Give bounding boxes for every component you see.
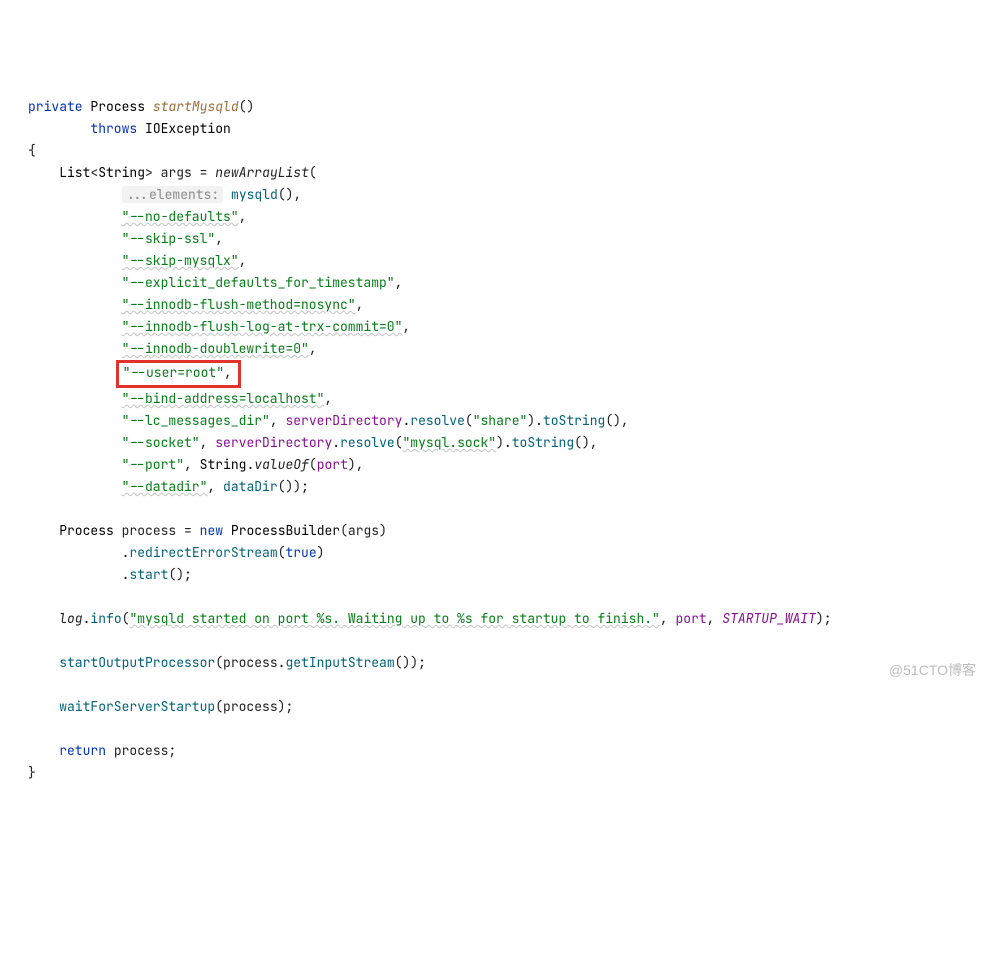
m-resolve: resolve [410,412,465,429]
kw-new: new [200,522,223,539]
m-valueOf: valueOf [254,456,309,473]
type-process: Process [90,98,145,115]
m-redirectErrorStream: redirectErrorStream [129,544,277,561]
str-bind-address: "--bind-address=localhost" [122,390,325,407]
kw-return: return [59,742,106,759]
str-flush-method: "--innodb-flush-method=nosync" [122,296,356,313]
var-process: process [122,522,177,539]
str-doublewrite: "--innodb-doublewrite=0" [122,340,309,357]
kw-true: true [285,544,316,561]
field-serverDirectory: serverDirectory [285,412,402,429]
type-processbuilder: ProcessBuilder [231,522,340,539]
watermark: @51CTO博客 [889,659,976,681]
field-log: log [59,610,82,627]
ret-process: process [114,742,169,759]
const-startupwait: STARTUP_WAIT [722,610,816,627]
str-flush-log: "--innodb-flush-log-at-trx-commit=0" [122,318,403,335]
kw-throws: throws [90,120,137,137]
brace-open: { [28,142,36,159]
brace-close: } [28,764,36,781]
type-list: List [59,164,90,181]
str-port: "--port" [122,456,184,473]
str-socket: "--socket" [122,434,200,451]
arg-process2: process [223,698,278,715]
fn-dataDir: dataDir [223,478,278,495]
m-resolve2: resolve [340,434,395,451]
type-string2: String [200,456,247,473]
str-no-defaults: "--no-defaults" [122,208,239,225]
str-user-root: "--user=root" [123,364,224,381]
m-getInputStream: getInputStream [285,654,394,671]
fn-waitForServerStartup: waitForServerStartup [59,698,215,715]
paren: () [239,98,255,115]
str-mysqlsock: "mysql.sock" [403,434,497,451]
str-datadir: "--datadir" [122,478,208,495]
str-share: "share" [473,412,528,429]
str-logmsg: "mysqld started on port %s. Waiting up t… [129,610,659,627]
type-ioexception: IOException [145,120,231,137]
str-skip-ssl: "--skip-ssl" [122,230,216,247]
field-serverDirectory2: serverDirectory [215,434,332,451]
type-string: String [98,164,145,181]
fn-mysqld: mysqld [231,186,278,203]
kw-private: private [28,98,83,115]
str-skip-mysqlx: "--skip-mysqlx" [122,252,239,269]
type-process2: Process [59,522,114,539]
m-toString2: toString [512,434,574,451]
m-toString: toString [543,412,605,429]
method-name: startMysqld [153,98,239,115]
m-info: info [90,610,121,627]
highlighted-line: "--user=root", [116,360,241,388]
fn-newArrayList: newArrayList [215,164,309,181]
str-lc-messages: "--lc_messages_dir" [122,412,270,429]
inlay-hint-elements: ...elements: [122,186,224,203]
arg-args: args [348,522,379,539]
m-start: start [129,566,168,583]
fn-startOutputProcessor: startOutputProcessor [59,654,215,671]
paren: (), [278,186,301,203]
str-explicit-defaults: "--explicit_defaults_for_timestamp" [122,274,395,291]
code-block: private Process startMysqld() throws IOE… [28,96,986,784]
field-port2: port [675,610,706,627]
var-args: args [161,164,192,181]
field-port: port [317,456,348,473]
arg-process: process [223,654,278,671]
